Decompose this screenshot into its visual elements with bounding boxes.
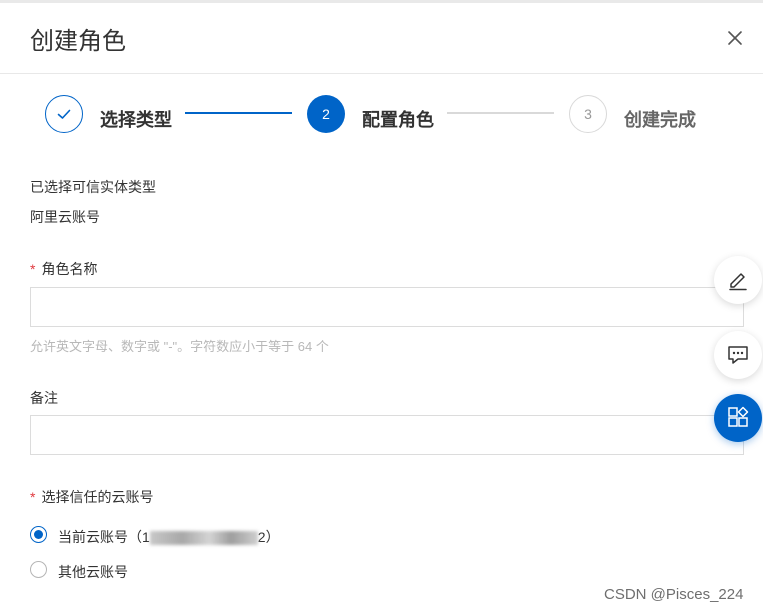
step-2-number: 2	[322, 106, 330, 122]
required-mark: *	[30, 489, 36, 505]
entity-type-label: 已选择可信实体类型	[30, 179, 156, 195]
watermark: CSDN @Pisces_224	[604, 586, 744, 603]
step-1-label: 选择类型	[100, 110, 172, 130]
dialog-header: 创建角色	[0, 3, 763, 74]
dialog-title: 创建角色	[30, 28, 126, 55]
step-3-label: 创建完成	[624, 110, 696, 130]
step-3-circle: 3	[569, 95, 607, 133]
feedback-button[interactable]	[714, 331, 762, 379]
apps-icon	[728, 406, 749, 427]
redacted-account-id	[149, 531, 258, 546]
current-account-radio[interactable]	[30, 526, 47, 543]
remark-label: 备注	[30, 390, 58, 406]
check-icon	[57, 109, 71, 119]
trusted-account-label-text: 选择信任的云账号	[41, 489, 154, 505]
remark-input[interactable]	[30, 415, 744, 455]
close-icon[interactable]	[724, 27, 746, 49]
apps-button[interactable]	[714, 394, 762, 442]
step-2-circle: 2	[307, 95, 345, 133]
current-account-label[interactable]: 当前云账号（1 2）	[58, 527, 280, 547]
role-name-label-text: 角色名称	[41, 261, 98, 277]
other-account-radio[interactable]	[30, 561, 47, 578]
role-name-label: * 角色名称	[30, 259, 97, 279]
role-name-hint: 允许英文字母、数字或 "-"。字符数应小于等于 64 个	[30, 339, 329, 354]
other-account-label[interactable]: 其他云账号	[58, 562, 128, 582]
edit-button[interactable]	[714, 256, 762, 304]
required-mark: *	[30, 261, 36, 277]
current-account-label-prefix: 当前云账号（1	[58, 529, 150, 545]
edit-icon	[729, 273, 747, 291]
feedback-icon	[728, 346, 748, 364]
step-1-connector	[185, 112, 292, 114]
step-2-label: 配置角色	[362, 110, 434, 130]
trusted-account-label: * 选择信任的云账号	[30, 487, 153, 507]
entity-type-value: 阿里云账号	[30, 209, 100, 225]
step-1-circle	[45, 95, 83, 133]
step-3-number: 3	[584, 106, 592, 122]
step-2-connector	[447, 112, 554, 114]
role-name-input[interactable]	[30, 287, 744, 327]
current-account-label-suffix: 2）	[257, 529, 280, 545]
